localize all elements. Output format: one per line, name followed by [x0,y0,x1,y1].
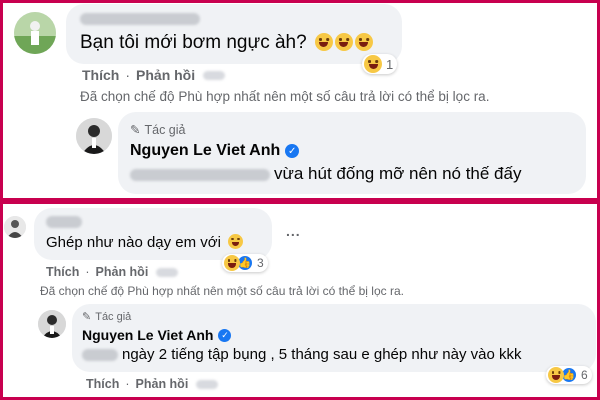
reply-text-content: ngày 2 tiếng tập bụng , 5 tháng sau e gh… [122,346,522,363]
author-reply-bubble: ✎ Tác giả Nguyen Le Viet Anh ✓ ngày 2 ti… [72,304,596,372]
filter-note: Đã chọn chế độ Phù hợp nhất nên một số c… [80,89,490,104]
laugh-icon [228,234,244,249]
reply-button[interactable]: Phản hồi [136,67,195,83]
laugh-icon [314,33,333,51]
reaction-summary[interactable]: 👍 3 [222,254,268,272]
comment-text: Bạn tôi mới bơm ngực àh? [80,32,373,54]
reaction-count: 3 [257,256,264,270]
reaction-count: 6 [581,368,588,382]
reaction-count: 1 [386,56,394,72]
commenter-avatar[interactable] [14,12,56,54]
reaction-summary[interactable]: 1 [362,54,398,74]
author-reply-bubble: ✎ Tác giả Nguyen Le Viet Anh ✓ vừa hút đ… [118,112,586,194]
author-tag-label: Tác giả [95,310,132,323]
commenter-avatar[interactable] [4,216,26,238]
separator: · [125,67,131,83]
timestamp-blurred[interactable] [156,267,179,277]
comment-text: Ghép như nào dạy em với [46,234,244,251]
tagged-name-blurred[interactable] [82,349,118,362]
comment-actions: Thích · Phản hồi [46,265,179,279]
tagged-name-blurred[interactable] [130,168,270,181]
like-button[interactable]: Thích [86,377,119,391]
comment-text-content: Ghép như nào dạy em với [46,234,221,251]
comment-bubble: Bạn tôi mới bơm ngực àh? [66,4,402,64]
timestamp-blurred[interactable] [203,70,226,80]
laugh-icon [548,367,564,383]
reply-actions: Thích · Phản hồi [86,377,219,391]
comment-bubble: Ghép như nào dạy em với [34,208,272,260]
laugh-icon [224,255,240,271]
reply-text-content: vừa hút đống mỡ nên nó thế đấy [274,164,522,183]
pen-icon: ✎ [130,123,141,137]
author-name[interactable]: Nguyen Le Viet Anh [130,142,280,160]
verified-badge-icon: ✓ [218,328,232,342]
author-avatar[interactable] [76,118,112,154]
like-button[interactable]: Thích [82,67,119,83]
author-tag-label: Tác giả [144,122,186,137]
author-tag: ✎ Tác giả [130,122,186,138]
author-name-line[interactable]: Nguyen Le Viet Anh ✓ [130,142,300,160]
author-avatar[interactable] [38,310,66,338]
reply-text: ngày 2 tiếng tập bụng , 5 tháng sau e gh… [82,346,522,363]
pen-icon: ✎ [82,311,92,323]
author-name-line[interactable]: Nguyen Le Viet Anh ✓ [82,327,232,343]
comment-actions: Thích · Phản hồi [82,67,226,83]
filter-note: Đã chọn chế độ Phù hợp nhất nên một số c… [40,284,404,298]
more-options-button[interactable]: ... [286,223,301,239]
commenter-name-blurred[interactable] [80,13,200,25]
separator: · [85,265,90,279]
like-button[interactable]: Thích [46,265,79,279]
comment-text-content: Bạn tôi mới bơm ngực àh? [80,32,307,53]
laugh-icon [364,55,382,73]
separator: · [125,377,130,391]
reply-button[interactable]: Phản hồi [136,377,189,391]
laugh-icon [354,33,373,51]
reply-button[interactable]: Phản hồi [96,265,149,279]
author-name[interactable]: Nguyen Le Viet Anh [82,327,213,343]
reply-text: vừa hút đống mỡ nên nó thế đấy [130,164,521,184]
author-tag: ✎ Tác giả [82,310,132,324]
verified-badge-icon: ✓ [285,144,300,158]
reaction-summary[interactable]: 👍 6 [546,366,592,384]
section-divider [0,198,600,204]
commenter-name-blurred[interactable] [46,216,82,228]
laugh-icon [334,33,353,51]
timestamp-blurred[interactable] [196,379,219,389]
